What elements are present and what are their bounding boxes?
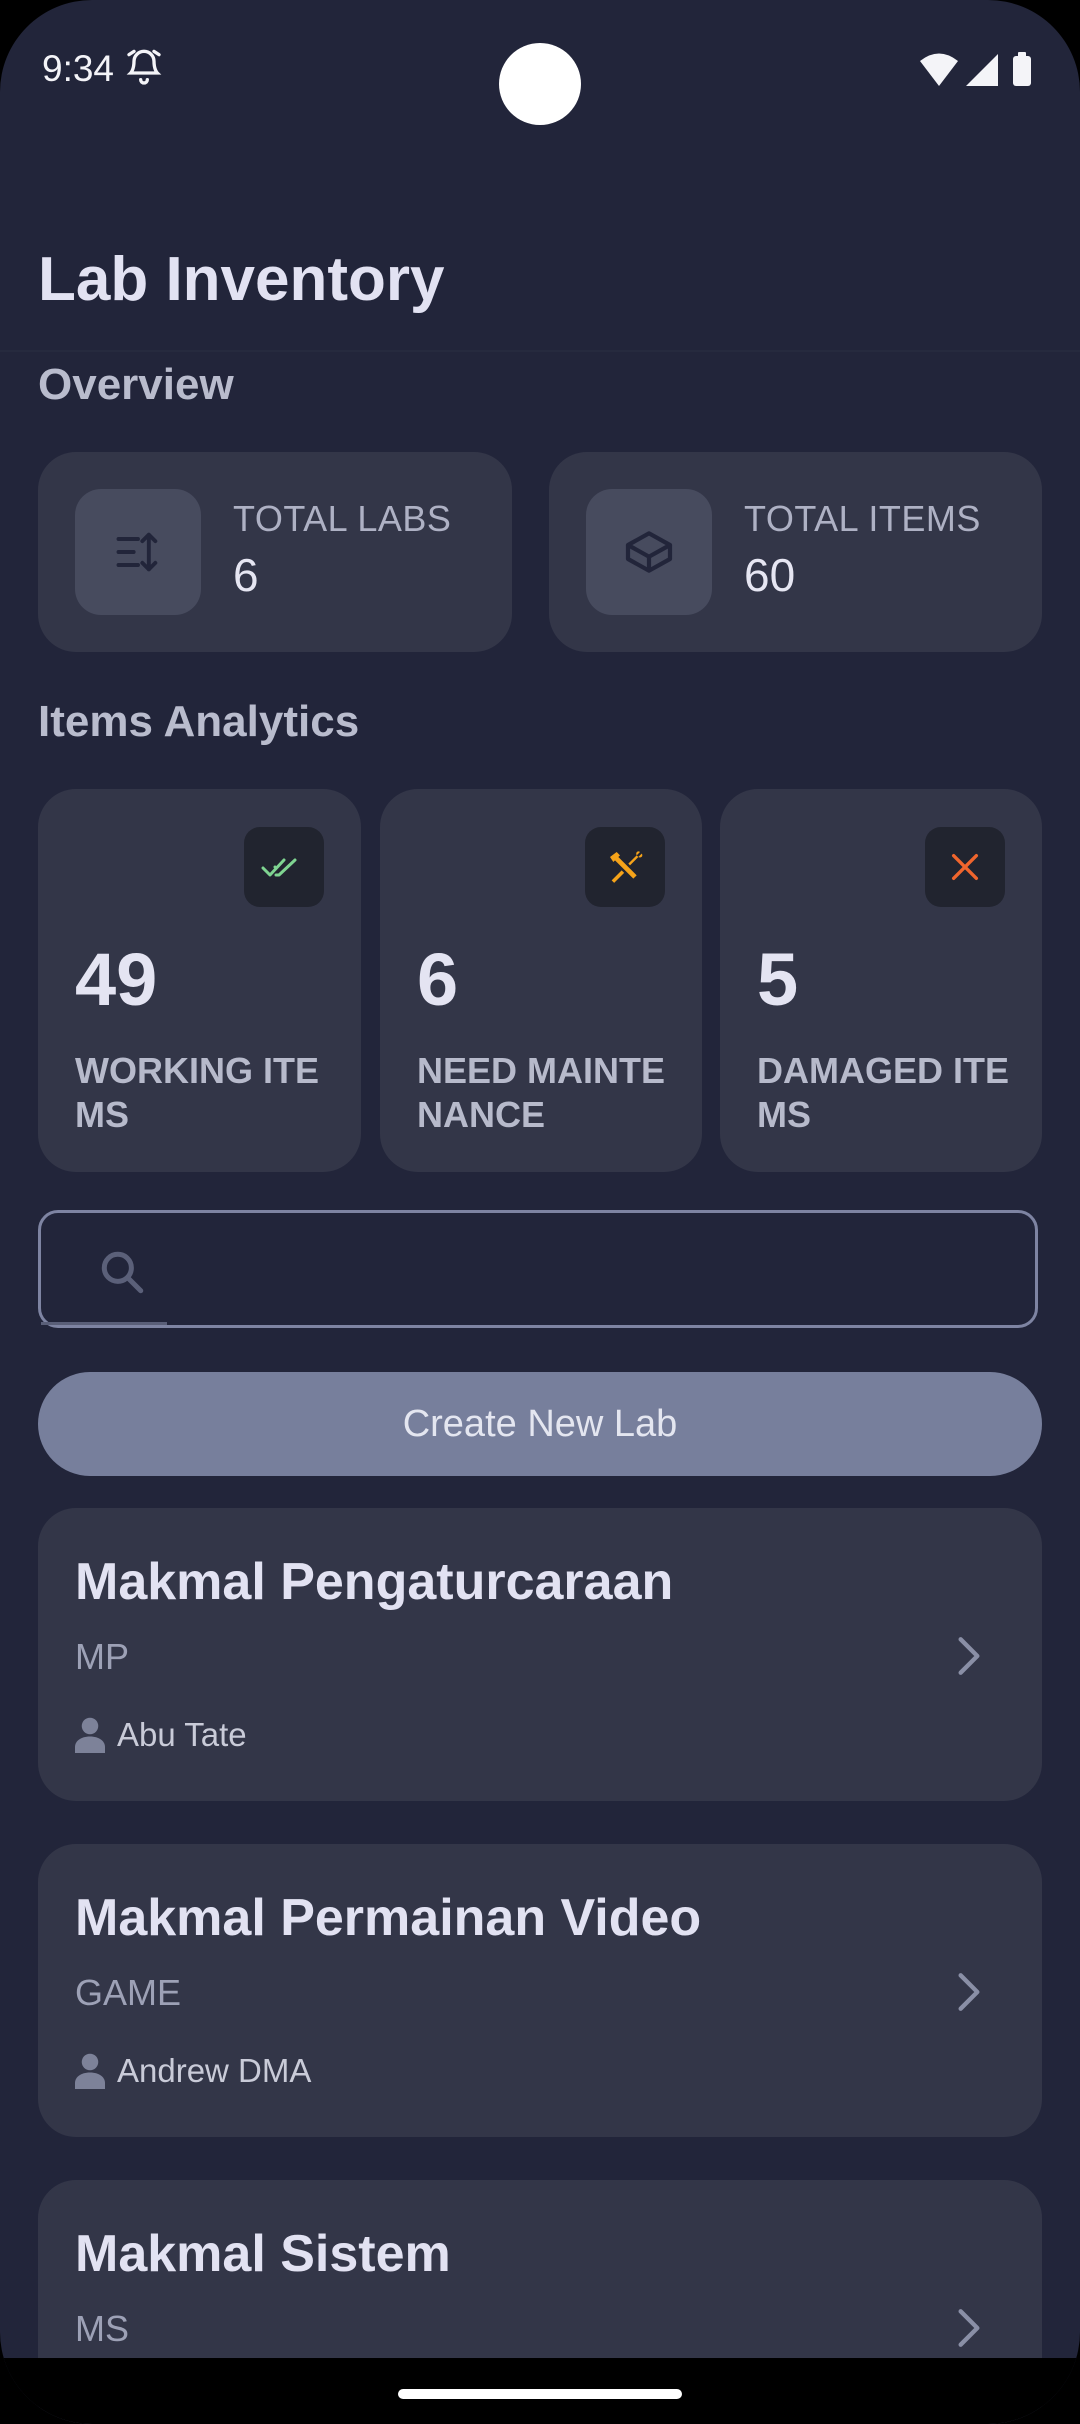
tools-icon	[585, 827, 665, 907]
total-items-card: TOTAL ITEMS 60	[549, 452, 1042, 652]
working-items-value: 49	[75, 938, 158, 1021]
lab-card[interactable]: Makmal Pengaturcaraan MP Abu Tate	[38, 1508, 1042, 1801]
status-bar: 9:34	[0, 0, 1080, 140]
search-bar[interactable]	[38, 1210, 1038, 1328]
create-lab-button[interactable]: Create New Lab	[38, 1372, 1042, 1476]
system-icons	[920, 52, 1034, 93]
total-items-label: TOTAL ITEMS	[744, 498, 981, 539]
damaged-items-card: 5 DAMAGED ITEMS	[720, 789, 1042, 1172]
battery-icon	[1013, 52, 1031, 86]
box-icon	[586, 489, 712, 615]
lab-name: Makmal Sistem	[75, 2225, 451, 2283]
header-divider	[0, 350, 1080, 352]
lab-name: Makmal Permainan Video	[75, 1889, 702, 1947]
search-input[interactable]	[171, 1233, 995, 1307]
lab-code: MS	[75, 2308, 129, 2349]
double-check-icon	[244, 827, 324, 907]
damaged-items-value: 5	[757, 938, 799, 1021]
working-items-label: WORKING ITEMS	[75, 1050, 319, 1135]
lab-person: Andrew DMA	[75, 2052, 311, 2090]
app-screen: 9:34 Lab Inventory Overview TOTAL LABS 6…	[0, 0, 1080, 2424]
person-icon	[75, 2053, 105, 2089]
damaged-items-label: DAMAGED ITEMS	[757, 1050, 1009, 1135]
wifi-icon	[920, 53, 958, 86]
close-icon	[925, 827, 1005, 907]
overview-heading: Overview	[38, 360, 234, 409]
search-focus-line	[41, 1322, 167, 1325]
analytics-heading: Items Analytics	[38, 697, 360, 746]
sort-icon	[75, 489, 201, 615]
status-time: 9:34	[42, 48, 115, 89]
lab-code: GAME	[75, 1972, 182, 2013]
page-title: Lab Inventory	[38, 245, 445, 314]
maintenance-value: 6	[417, 938, 459, 1021]
home-gesture-handle[interactable]	[398, 2389, 682, 2399]
maintenance-label: NEED MAINTENANCE	[417, 1050, 666, 1135]
alarm-icon	[124, 47, 164, 94]
person-icon	[75, 1717, 105, 1753]
total-labs-label: TOTAL LABS	[233, 498, 452, 539]
maintenance-card: 6 NEED MAINTENANCE	[380, 789, 702, 1172]
lab-person-name: Andrew DMA	[117, 2052, 312, 2089]
total-items-value: 60	[744, 549, 796, 601]
signal-icon	[966, 54, 998, 86]
chevron-right-icon[interactable]	[956, 2308, 982, 2348]
search-icon	[97, 1247, 147, 1302]
lab-person: Abu Tate	[75, 1716, 247, 1754]
chevron-right-icon[interactable]	[956, 1972, 982, 2012]
lab-code: MP	[75, 1636, 129, 1677]
total-labs-value: 6	[233, 549, 259, 601]
camera-cutout	[499, 43, 581, 125]
lab-name: Makmal Pengaturcaraan	[75, 1553, 674, 1611]
lab-person-name: Abu Tate	[117, 1716, 247, 1753]
working-items-card: 49 WORKING ITEMS	[38, 789, 361, 1172]
lab-card[interactable]: Makmal Permainan Video GAME Andrew DMA	[38, 1844, 1042, 2137]
chevron-right-icon[interactable]	[956, 1636, 982, 1676]
total-labs-card: TOTAL LABS 6	[38, 452, 512, 652]
